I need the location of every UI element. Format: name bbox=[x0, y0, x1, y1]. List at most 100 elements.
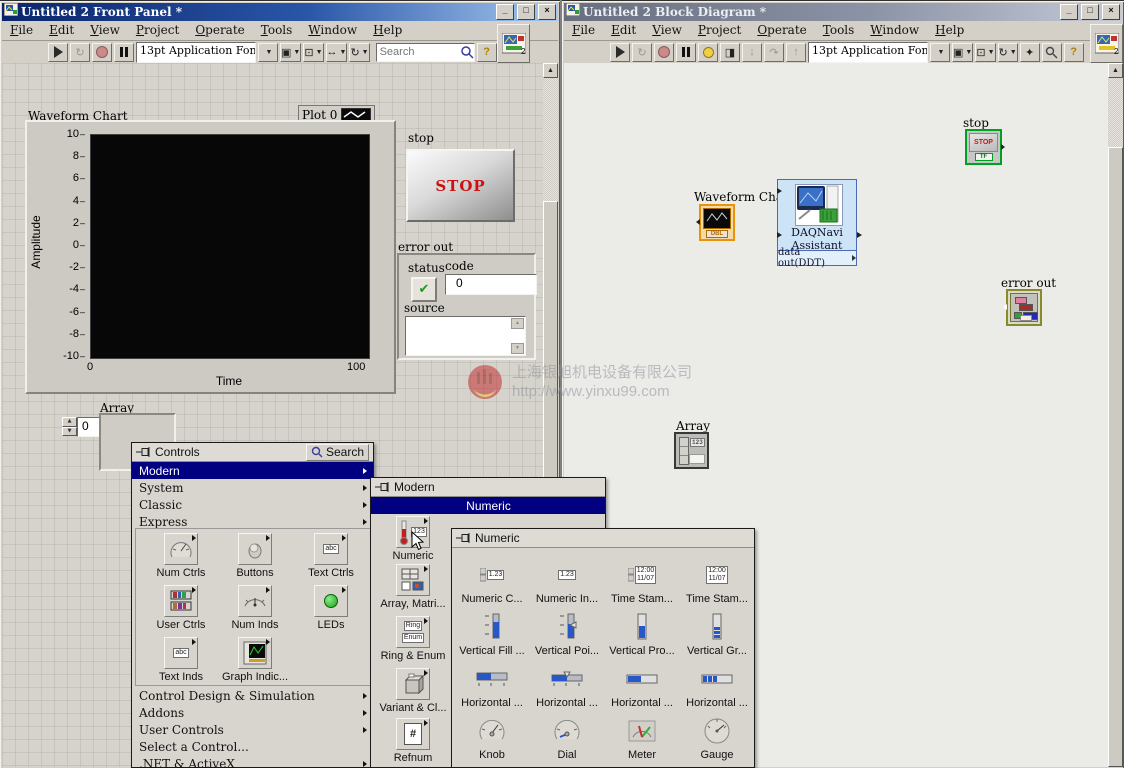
pause-button[interactable] bbox=[114, 43, 134, 62]
palette-row-user-controls[interactable]: User Controls bbox=[132, 721, 373, 738]
minimize-button[interactable]: _ bbox=[496, 4, 514, 20]
font-selector[interactable]: 13pt Application Font bbox=[136, 42, 256, 63]
palette-item-buttons[interactable]: Buttons bbox=[220, 533, 290, 579]
palette-item-horizontal-graduated-bar[interactable]: Horizontal ... bbox=[681, 663, 753, 709]
labview-badge[interactable]: 2 bbox=[1090, 24, 1123, 63]
palette-item-time-stamp-control[interactable]: 12:0011/07 Time Stam... bbox=[606, 559, 678, 605]
font-selector[interactable]: 13pt Application Font bbox=[808, 42, 928, 63]
labview-badge[interactable]: 2 bbox=[497, 24, 530, 63]
context-help-button[interactable]: ? bbox=[1064, 43, 1084, 62]
titlebar[interactable]: Untitled 2 Front Panel * _ □ × bbox=[2, 3, 558, 21]
scrollbar-thumb[interactable] bbox=[1108, 147, 1123, 767]
source-scroll-down-button[interactable]: ▼ bbox=[511, 343, 524, 354]
abort-button[interactable] bbox=[92, 43, 112, 62]
modern-palette-header[interactable]: Modern bbox=[371, 478, 605, 497]
menu-item-view[interactable]: View bbox=[644, 21, 690, 37]
palette-row-modern[interactable]: Modern bbox=[132, 462, 373, 479]
run-continuous-button[interactable]: ↻ bbox=[632, 43, 652, 62]
stop-button[interactable]: STOP bbox=[406, 149, 515, 222]
cleanup-diagram-button[interactable]: ✦ bbox=[1020, 43, 1040, 62]
palette-item-horizontal-progress-bar[interactable]: Horizontal ... bbox=[606, 663, 678, 709]
palette-item-leds[interactable]: LEDs bbox=[294, 585, 368, 631]
source-scroll-up-button[interactable]: ▲ bbox=[511, 318, 524, 329]
font-selector-dropdown[interactable]: ▼ bbox=[258, 43, 278, 62]
search-input[interactable] bbox=[377, 45, 460, 59]
scrollbar-up-button[interactable]: ▲ bbox=[1108, 63, 1123, 78]
menu-item-tools[interactable]: Tools bbox=[815, 21, 863, 37]
align-objects-dropdown[interactable]: ▣▼ bbox=[952, 43, 973, 62]
palette-item-horizontal-pointer-slide[interactable]: Horizontal ... bbox=[531, 663, 603, 709]
array-terminal[interactable]: 123 bbox=[674, 432, 709, 469]
menu-item-operate[interactable]: Operate bbox=[187, 21, 252, 37]
controls-palette-header[interactable]: Controls Search bbox=[132, 443, 373, 462]
highlight-execution-button[interactable] bbox=[698, 43, 718, 62]
distribute-objects-dropdown[interactable]: ⊡▼ bbox=[975, 43, 995, 62]
palette-item-horizontal-fill-slide[interactable]: Horizontal ... bbox=[456, 663, 528, 709]
palette-row-dotnet-activex[interactable]: .NET & ActiveX bbox=[132, 755, 373, 768]
menu-item-operate[interactable]: Operate bbox=[749, 21, 814, 37]
vertical-scrollbar[interactable]: ▲ bbox=[1108, 63, 1123, 767]
code-field[interactable]: 0 bbox=[445, 274, 537, 295]
daqnavi-node[interactable]: DAQNavi Assistant data out(DDT) bbox=[777, 179, 857, 266]
maximize-button[interactable]: □ bbox=[517, 4, 535, 20]
palette-item-vertical-graduated-bar[interactable]: Vertical Gr... bbox=[681, 611, 753, 657]
error-out-terminal[interactable] bbox=[1006, 289, 1042, 326]
status-led[interactable]: ✔ bbox=[411, 277, 437, 302]
array-index-spinner[interactable]: ▲▼ bbox=[62, 417, 77, 436]
palette-item-time-stamp-indicator[interactable]: 12:0011/07 Time Stam... bbox=[681, 559, 753, 605]
pin-icon[interactable] bbox=[456, 533, 472, 543]
context-help-button[interactable]: ? bbox=[477, 43, 497, 62]
pause-button[interactable] bbox=[676, 43, 696, 62]
palette-item-meter[interactable]: Meter bbox=[606, 715, 678, 761]
palette-item-text-inds[interactable]: abc Text Inds bbox=[146, 637, 216, 683]
retain-wire-values-button[interactable]: ◨ bbox=[720, 43, 740, 62]
pin-icon[interactable] bbox=[375, 482, 391, 492]
palette-item-num-ctrls[interactable]: Num Ctrls bbox=[146, 533, 216, 579]
palette-item-num-inds[interactable]: Num Inds bbox=[220, 585, 290, 631]
menu-item-tools[interactable]: Tools bbox=[253, 21, 301, 37]
font-selector-dropdown[interactable]: ▼ bbox=[930, 43, 950, 62]
palette-item-knob[interactable]: Knob bbox=[456, 715, 528, 761]
palette-search-button[interactable]: Search bbox=[306, 444, 369, 461]
palette-row-system[interactable]: System bbox=[132, 479, 373, 496]
stop-terminal[interactable]: STOP TF bbox=[965, 129, 1002, 165]
palette-item-graph-indicators[interactable]: Graph Indic... bbox=[220, 637, 290, 683]
palette-item-array-matrix[interactable]: Array, Matri... bbox=[379, 564, 447, 610]
palette-item-vertical-pointer-slide[interactable]: Vertical Poi... bbox=[531, 611, 603, 657]
numeric-palette-header[interactable]: Numeric bbox=[452, 529, 754, 548]
menu-item-file[interactable]: File bbox=[564, 21, 603, 37]
palette-item-text-ctrls[interactable]: abc Text Ctrls bbox=[294, 533, 368, 579]
reorder-dropdown[interactable]: ↻▼ bbox=[998, 43, 1018, 62]
source-field[interactable]: ▲ ▼ bbox=[405, 316, 526, 356]
align-objects-dropdown[interactable]: ▣▼ bbox=[280, 43, 301, 62]
palette-row-classic[interactable]: Classic bbox=[132, 496, 373, 513]
menu-item-project[interactable]: Project bbox=[128, 21, 187, 37]
menu-item-help[interactable]: Help bbox=[927, 21, 972, 37]
menu-item-project[interactable]: Project bbox=[690, 21, 749, 37]
palette-item-user-ctrls[interactable]: User Ctrls bbox=[146, 585, 216, 631]
run-button[interactable] bbox=[610, 43, 630, 62]
close-button[interactable]: × bbox=[1102, 4, 1120, 20]
menu-item-file[interactable]: File bbox=[2, 21, 41, 37]
menu-item-window[interactable]: Window bbox=[300, 21, 365, 37]
error-out-cluster[interactable]: status ✔ code 0 source ▲ ▼ bbox=[397, 253, 536, 360]
pin-icon[interactable] bbox=[136, 447, 152, 457]
resize-objects-dropdown[interactable]: ↔▼ bbox=[326, 43, 348, 62]
palette-item-vertical-progress-bar[interactable]: Vertical Pro... bbox=[606, 611, 678, 657]
maximize-button[interactable]: □ bbox=[1081, 4, 1099, 20]
menu-item-edit[interactable]: Edit bbox=[603, 21, 644, 37]
waveform-chart[interactable]: 1086420-2-4-6-8-10 Amplitude 0 100 Time bbox=[25, 120, 396, 394]
palette-row-numeric[interactable]: Numeric bbox=[371, 497, 605, 514]
palette-item-refnum[interactable]: # Refnum bbox=[379, 718, 447, 764]
run-continuous-button[interactable]: ↻ bbox=[70, 43, 90, 62]
palette-item-ring-enum[interactable]: Ring Enum Ring & Enum bbox=[379, 616, 447, 662]
menu-item-help[interactable]: Help bbox=[365, 21, 410, 37]
palette-item-numeric-indicator[interactable]: 1.23 Numeric In... bbox=[531, 559, 603, 605]
palette-row-control-design[interactable]: Control Design & Simulation bbox=[132, 687, 373, 704]
scrollbar-up-button[interactable]: ▲ bbox=[543, 63, 558, 78]
reorder-dropdown[interactable]: ↻▼ bbox=[349, 43, 369, 62]
menu-item-edit[interactable]: Edit bbox=[41, 21, 82, 37]
close-button[interactable]: × bbox=[538, 4, 556, 20]
palette-row-select-a-control[interactable]: Select a Control... bbox=[132, 738, 373, 755]
palette-item-vertical-fill-slide[interactable]: Vertical Fill ... bbox=[456, 611, 528, 657]
